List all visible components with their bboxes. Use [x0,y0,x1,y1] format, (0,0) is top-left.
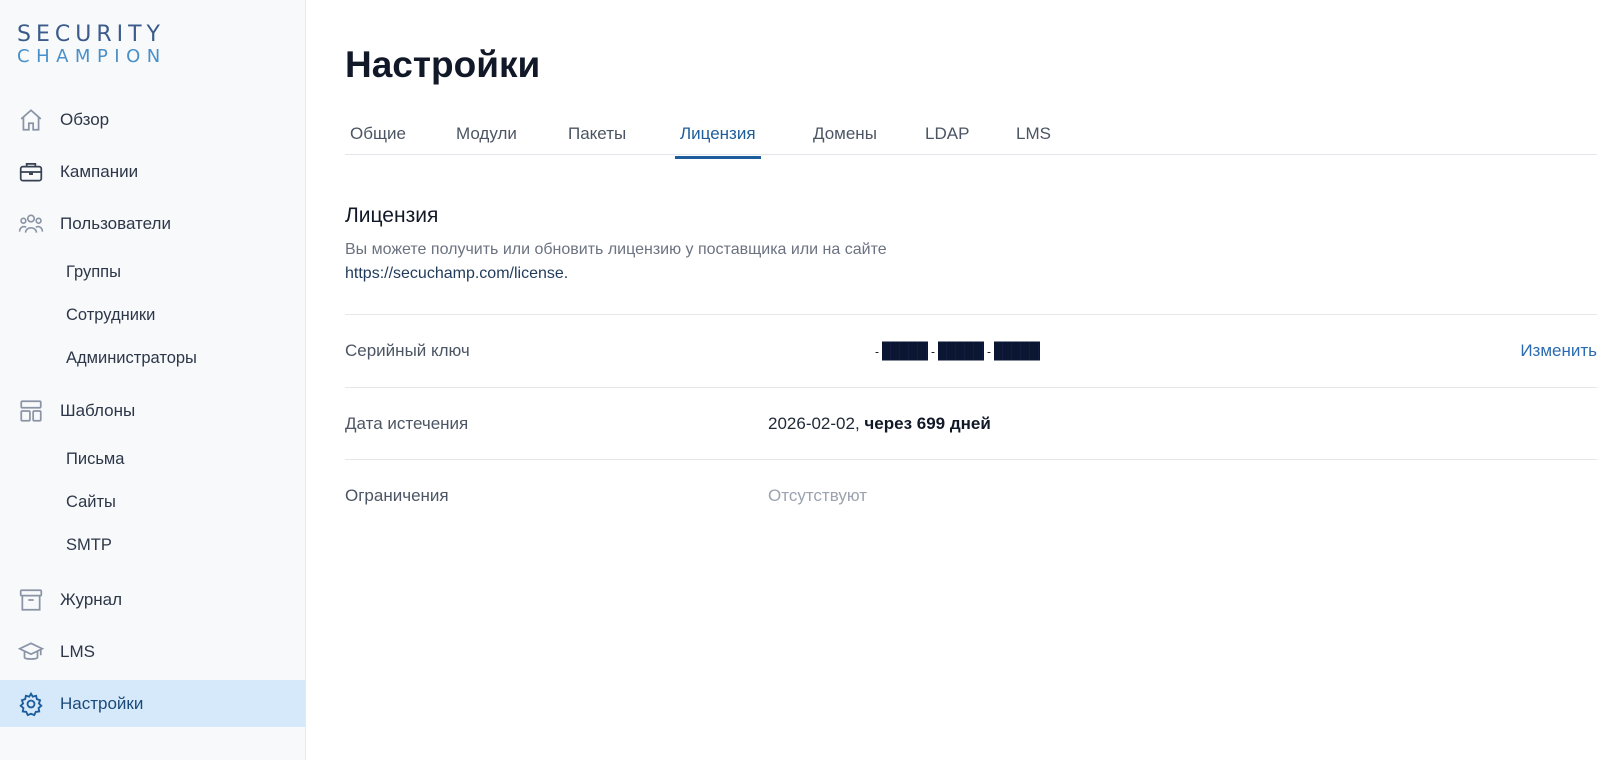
sidebar-item-label: Шаблоны [60,400,136,420]
sidebar-item-label: Настройки [60,693,144,713]
serial-key-label: Серийный ключ [345,341,470,360]
license-row-expiry: Дата истечения 2026-02-02, через 699 дне… [345,387,1597,460]
graduation-cap-icon [18,639,44,665]
limits-label: Ограничения [345,486,449,505]
tab-lms[interactable]: LMS [1011,124,1056,154]
security-champion-logo[interactable]: SECURITY CHAMPION [17,24,177,74]
license-row-serial: Серийный ключ --- Изменить [345,314,1597,387]
sidebar-subitem-smtp[interactable]: SMTP [66,536,112,555]
expiry-date-value: 2026-02-02, через 699 дней [768,414,991,434]
sidebar-subitem-sites[interactable]: Сайты [66,493,116,512]
sidebar-item-label: Журнал [60,589,123,609]
sidebar-item-campaigns[interactable]: Кампании [0,148,305,195]
sidebar-item-overview[interactable]: Обзор [0,96,305,143]
briefcase-icon [18,159,44,185]
tab-license[interactable]: Лицензия [675,124,761,159]
home-icon [18,107,44,133]
layout-icon [18,398,44,424]
logo-line-1: SECURITY [17,22,165,47]
expiry-date-label: Дата истечения [345,414,469,433]
tab-modules[interactable]: Модули [451,124,522,154]
sidebar-subitem-admins[interactable]: Администраторы [66,349,197,368]
sidebar-item-label: Кампании [60,161,139,181]
gear-icon [18,691,44,717]
users-icon [18,211,44,237]
tab-ldap[interactable]: LDAP [920,124,974,154]
sidebar-item-templates[interactable]: Шаблоны [0,387,305,434]
sidebar-item-label: Обзор [60,109,110,129]
sidebar-subitem-employees[interactable]: Сотрудники [66,306,155,325]
main-content: Настройки Общие Модули Пакеты Лицензия Д… [345,0,1597,760]
tab-general[interactable]: Общие [345,124,411,154]
sidebar-subitem-letters[interactable]: Письма [66,450,124,469]
sidebar-item-lms[interactable]: LMS [0,628,305,675]
tab-domains[interactable]: Домены [808,124,882,154]
description-text: Вы можете получить или обновить лицензию… [345,241,887,258]
expiry-date: 2026-02-02, [768,414,860,433]
tab-packages[interactable]: Пакеты [563,124,631,154]
expiry-remaining: через 699 дней [864,414,991,433]
license-link[interactable]: https://secuchamp.com/license. [345,265,568,282]
sidebar-subitem-groups[interactable]: Группы [66,263,121,282]
sidebar-item-settings[interactable]: Настройки [0,680,305,727]
serial-key-value: --- [875,341,1040,361]
sidebar: SECURITY CHAMPION Обзор Кампании Пользов… [0,0,306,760]
license-row-limits: Ограничения Отсутствуют [345,459,1597,532]
sidebar-item-label: LMS [60,641,95,661]
section-title: Лицензия [345,204,439,227]
limits-value: Отсутствуют [768,486,868,505]
page-title: Настройки [345,44,541,85]
logo-line-2: CHAMPION [17,46,167,67]
archive-icon [18,587,44,613]
sidebar-item-journal[interactable]: Журнал [0,576,305,623]
sidebar-item-label: Пользователи [60,213,171,233]
change-serial-button[interactable]: Изменить [1520,341,1597,361]
section-description: Вы можете получить или обновить лицензию… [345,238,1045,286]
sidebar-item-users[interactable]: Пользователи [0,200,305,247]
settings-tabs: Общие Модули Пакеты Лицензия Домены LDAP… [345,120,1597,159]
